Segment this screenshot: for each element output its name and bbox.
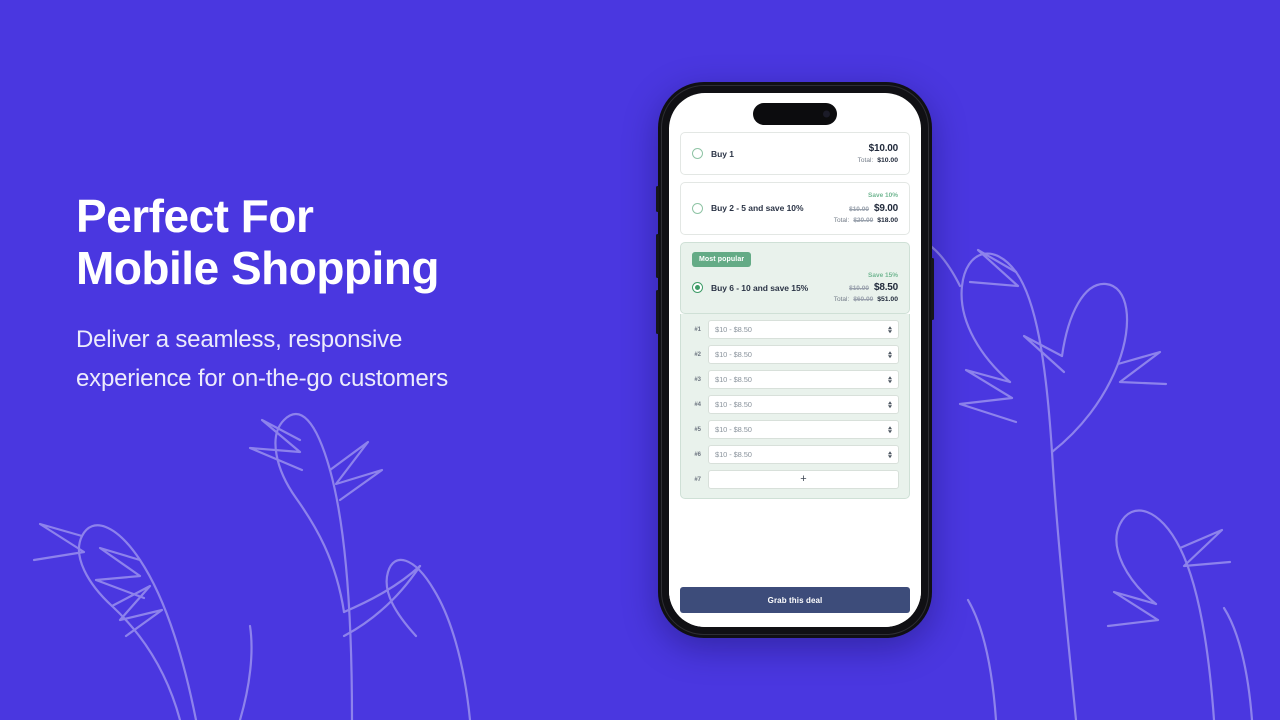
quantity-index: #7 [694, 476, 701, 483]
offer-pricing: Save 15% $10.00 $8.50 Total: $60.00 $51.… [834, 271, 898, 303]
headline-line-1: Perfect For [76, 190, 314, 242]
quantity-row: #1 $10 - $8.50 [691, 320, 899, 339]
quantity-row: #7 + [691, 470, 899, 489]
offer-option-2[interactable]: Buy 2 - 5 and save 10% Save 10% $10.00 $… [680, 182, 910, 235]
front-camera-icon [823, 110, 830, 118]
variant-select-5[interactable]: $10 - $8.50 [708, 420, 899, 439]
variant-value: $10 - $8.50 [715, 425, 752, 434]
offer-main-row: Buy 6 - 10 and save 15% Save 15% $10.00 … [692, 271, 898, 303]
offer-list: Buy 1 $10.00 Total: $10.00 Buy 2 - 5 and… [669, 93, 921, 579]
stepper-icon[interactable] [888, 375, 892, 384]
total-original: $60.00 [853, 296, 874, 303]
radio-icon-option-2[interactable] [692, 202, 703, 214]
offer-option-3[interactable]: Most popular Buy 6 - 10 and save 15% Sav… [680, 241, 910, 314]
price-row: $10.00 $9.00 [849, 203, 898, 214]
phone-volume-up-button[interactable] [656, 234, 659, 278]
page-title: Perfect For Mobile Shopping [76, 190, 636, 294]
quantity-row: #2 $10 - $8.50 [691, 345, 899, 364]
quantity-row: #4 $10 - $8.50 [691, 395, 899, 414]
total-label: Total: [857, 157, 874, 164]
phone-mute-switch[interactable] [656, 186, 659, 212]
total-row: Total: $10.00 [858, 157, 898, 164]
quantity-index: #2 [694, 351, 701, 358]
quantity-index: #3 [694, 376, 701, 383]
price-current: $8.50 [873, 282, 898, 293]
quantity-index: #1 [694, 326, 701, 333]
stepper-icon[interactable] [888, 425, 892, 434]
variant-value: $10 - $8.50 [715, 325, 752, 334]
quantity-row: #3 $10 - $8.50 [691, 370, 899, 389]
price-row: $10.00 $8.50 [849, 282, 898, 293]
quantity-index: #6 [694, 451, 701, 458]
radio-icon-option-3[interactable] [692, 282, 703, 294]
offer-title: Buy 2 - 5 and save 10% [711, 203, 804, 214]
price-row: $10.00 [868, 143, 899, 154]
total-current: $18.00 [877, 216, 898, 224]
variant-value: $10 - $8.50 [715, 350, 752, 359]
offer-pricing: $10.00 Total: $10.00 [858, 143, 899, 164]
price-original: $10.00 [849, 285, 869, 292]
total-row: Total: $20.00 $18.00 [834, 217, 898, 224]
quantity-row: #5 $10 - $8.50 [691, 420, 899, 439]
variant-select-1[interactable]: $10 - $8.50 [708, 320, 899, 339]
total-label: Total: [833, 296, 850, 303]
variant-value: $10 - $8.50 [715, 375, 752, 384]
total-label: Total: [833, 216, 850, 224]
grab-this-deal-button[interactable]: Grab this deal [680, 587, 910, 613]
hero-subtitle: Deliver a seamless, responsive experienc… [76, 320, 636, 398]
dynamic-island [753, 103, 837, 125]
cta-container: Grab this deal [669, 579, 921, 627]
headline-line-2: Mobile Shopping [76, 242, 440, 294]
price-current: $9.00 [873, 202, 898, 214]
hero-copy: Perfect For Mobile Shopping Deliver a se… [76, 190, 636, 398]
total-original: $20.00 [853, 216, 874, 224]
save-badge: Save 10% [868, 192, 898, 199]
stepper-icon[interactable] [888, 325, 892, 334]
offer-pricing: Save 10% $10.00 $9.00 Total: $20.00 $18.… [834, 192, 898, 224]
quantity-selector-list: #1 $10 - $8.50 #2 $10 - $8.50 #3 $10 - $… [680, 314, 910, 499]
offer-title: Buy 6 - 10 and save 15% [711, 282, 809, 293]
offer-option-1[interactable]: Buy 1 $10.00 Total: $10.00 [680, 132, 910, 175]
variant-select-6[interactable]: $10 - $8.50 [708, 445, 899, 464]
quantity-row: #6 $10 - $8.50 [691, 445, 899, 464]
save-badge: Save 15% [868, 271, 898, 279]
radio-icon-option-1[interactable] [692, 148, 703, 159]
quantity-index: #5 [694, 426, 701, 433]
variant-select-4[interactable]: $10 - $8.50 [708, 395, 899, 414]
variant-select-2[interactable]: $10 - $8.50 [708, 345, 899, 364]
total-current: $10.00 [877, 157, 898, 164]
subtitle-line-2: experience for on-the-go customers [76, 365, 449, 392]
variant-value: $10 - $8.50 [715, 450, 752, 459]
total-row: Total: $60.00 $51.00 [834, 296, 898, 303]
price-current: $10.00 [868, 143, 899, 154]
variant-value: $10 - $8.50 [715, 400, 752, 409]
quantity-index: #4 [694, 401, 701, 408]
offer-main-row: Buy 2 - 5 and save 10% Save 10% $10.00 $… [692, 192, 898, 224]
phone-volume-down-button[interactable] [656, 290, 659, 334]
phone-screen: Buy 1 $10.00 Total: $10.00 Buy 2 - 5 and… [669, 93, 921, 627]
stepper-icon[interactable] [888, 450, 892, 459]
variant-select-3[interactable]: $10 - $8.50 [708, 370, 899, 389]
most-popular-badge: Most popular [692, 251, 752, 267]
stepper-icon[interactable] [888, 350, 892, 359]
badge-row: Most popular [692, 251, 898, 267]
offer-main-row: Buy 1 $10.00 Total: $10.00 [692, 143, 898, 164]
total-current: $51.00 [877, 296, 898, 303]
phone-power-button[interactable] [931, 258, 934, 320]
offer-title: Buy 1 [711, 148, 734, 159]
price-original: $10.00 [849, 205, 869, 213]
stepper-icon[interactable] [888, 400, 892, 409]
add-item-button[interactable]: + [708, 470, 899, 489]
phone-mockup: Buy 1 $10.00 Total: $10.00 Buy 2 - 5 and… [656, 82, 934, 638]
subtitle-line-1: Deliver a seamless, responsive [76, 326, 403, 353]
